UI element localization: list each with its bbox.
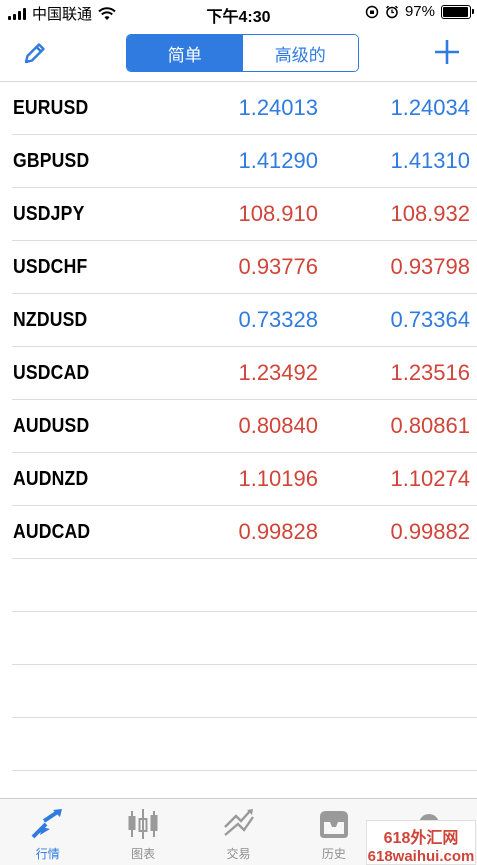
add-symbol-plus-icon[interactable]	[431, 36, 463, 68]
quote-symbol: AUDUSD	[13, 415, 90, 437]
quote-bid: 1.41290	[238, 148, 318, 173]
quote-bid: 108.910	[238, 201, 318, 226]
watermark-line2: 618waihui.com	[367, 848, 475, 865]
quote-bid: 1.23492	[238, 360, 318, 385]
quote-row[interactable]: AUDUSD 0.80840 0.80861	[12, 400, 477, 453]
quote-ask: 0.99882	[390, 519, 470, 544]
tab-quotes[interactable]: 行情	[0, 799, 95, 865]
quote-bid: 0.99828	[238, 519, 318, 544]
quote-ask: 108.932	[390, 201, 470, 226]
quotes-icon	[31, 809, 62, 839]
quote-symbol: USDCAD	[13, 362, 90, 384]
quote-row[interactable]: NZDUSD 0.73328 0.73364	[12, 294, 477, 347]
quote-symbol: EURUSD	[13, 97, 89, 119]
tab-label: 行情	[35, 847, 60, 861]
quote-symbol: AUDCAD	[13, 521, 91, 543]
quote-ask: 0.93798	[390, 254, 470, 279]
quotes-list: EURUSD 1.24013 1.24034 GBPUSD 1.41290 1.41310…	[12, 82, 477, 771]
quote-symbol: GBPUSD	[13, 150, 90, 172]
quote-symbol: NZDUSD	[13, 309, 88, 331]
quote-symbol: USDJPY	[13, 203, 85, 225]
chart-icon	[128, 809, 158, 839]
nav-bar: 简单 高级的	[0, 26, 477, 82]
quote-symbol: AUDNZD	[13, 468, 89, 490]
quote-bid: 1.10196	[238, 466, 318, 491]
watermark-line1: 618外汇网	[383, 830, 459, 847]
alarm-icon	[385, 5, 398, 18]
quote-bid: 0.73328	[238, 307, 318, 332]
quote-row[interactable]: USDJPY 108.910 108.932	[12, 188, 477, 241]
quote-bid: 0.93776	[238, 254, 318, 279]
quote-row[interactable]: USDCHF 0.93776 0.93798	[12, 241, 477, 294]
quote-row[interactable]: AUDNZD 1.10196 1.10274	[12, 453, 477, 506]
segment-simple[interactable]: 简单	[127, 35, 243, 71]
quote-ask: 1.24034	[390, 95, 470, 120]
quote-row[interactable]: GBPUSD 1.41290 1.41310	[12, 135, 477, 188]
quote-ask: 1.10274	[390, 466, 470, 491]
tab-chart[interactable]: 图表	[95, 799, 190, 865]
quote-row[interactable]: AUDCAD 0.99828 0.99882	[12, 506, 477, 559]
segment-advanced[interactable]: 高级的	[242, 35, 358, 71]
quote-bid: 0.80840	[238, 413, 318, 438]
trade-icon	[223, 809, 254, 836]
quote-ask: 1.41310	[390, 148, 470, 173]
status-bar: 中国联通 下午4:30 97%	[0, 0, 477, 26]
tab-trade[interactable]: 交易	[191, 799, 286, 865]
quote-ask: 0.80861	[390, 413, 470, 438]
watermark: 618外汇网 618waihui.com	[366, 820, 476, 865]
status-right: 97%	[365, 3, 474, 20]
quote-row[interactable]: USDCAD 1.23492 1.23516	[12, 347, 477, 400]
quote-ask: 1.23516	[390, 360, 470, 385]
view-mode-segmented-control: 简单 高级的	[126, 34, 359, 72]
orientation-lock-icon	[365, 5, 379, 18]
quote-row[interactable]: EURUSD 1.24013 1.24034	[12, 82, 477, 135]
tab-label: 历史	[321, 847, 346, 861]
battery-icon	[441, 4, 474, 19]
empty-row	[12, 665, 477, 718]
empty-row	[12, 718, 477, 771]
empty-row	[12, 559, 477, 612]
quote-symbol: USDCHF	[13, 256, 88, 278]
tab-label: 图表	[131, 847, 156, 861]
tab-label: 交易	[226, 847, 251, 861]
edit-pencil-icon[interactable]	[20, 38, 50, 68]
battery-percent: 97%	[404, 3, 435, 20]
quote-bid: 1.24013	[238, 95, 318, 120]
history-icon	[319, 811, 348, 838]
quote-ask: 0.73364	[390, 307, 470, 332]
empty-row	[12, 612, 477, 665]
